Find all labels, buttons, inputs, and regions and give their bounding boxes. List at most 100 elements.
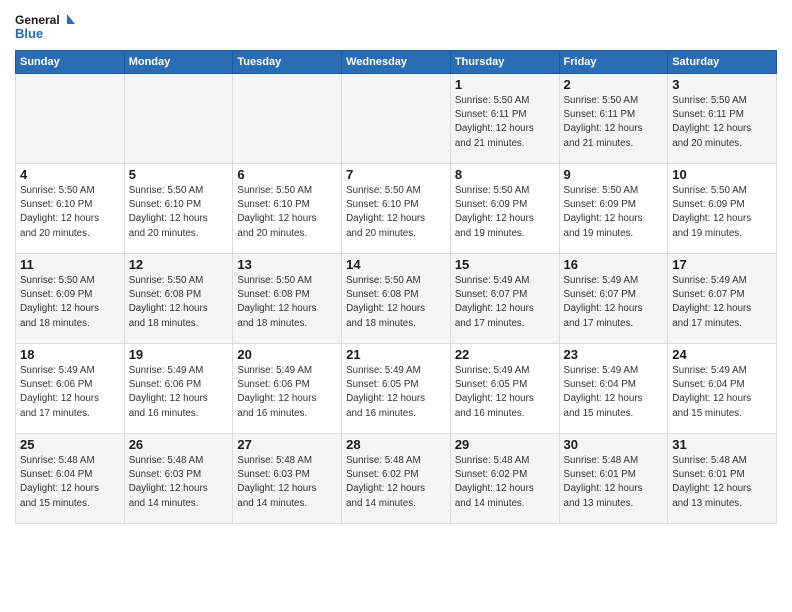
calendar-cell: 11Sunrise: 5:50 AM Sunset: 6:09 PM Dayli… bbox=[16, 254, 125, 344]
calendar-cell: 12 Sunrise: 5:50 AM Sunset: 6:08 PM Dayli… bbox=[124, 254, 233, 344]
calendar-cell bbox=[342, 74, 451, 164]
day-info: Sunrise: 5:50 AM Sunset: 6:11 PM Dayligh… bbox=[672, 94, 772, 151]
day-info: Sunrise: 5:49 AM Sunset: 6:04 PM Dayligh… bbox=[672, 364, 772, 421]
day-info: Sunrise: 5:50 AM Sunset: 6:10 PM Dayligh… bbox=[346, 184, 446, 241]
day-info: Sunrise: 5:48 AM Sunset: 6:02 PM Dayligh… bbox=[455, 454, 555, 511]
calendar-cell: 20 Sunrise: 5:49 AM Sunset: 6:06 PM Dayli… bbox=[233, 344, 342, 434]
day-number: 24 bbox=[672, 347, 772, 362]
day-info: Sunrise: 5:50 AM Sunset: 6:10 PM Dayligh… bbox=[20, 184, 120, 241]
calendar-cell: 2 Sunrise: 5:50 AM Sunset: 6:11 PM Daylig… bbox=[559, 74, 668, 164]
day-info: Sunrise: 5:48 AM Sunset: 6:03 PM Dayligh… bbox=[237, 454, 337, 511]
day-info: Sunrise: 5:50 AM Sunset: 6:10 PM Dayligh… bbox=[129, 184, 229, 241]
calendar-cell: 28Sunrise: 5:48 AM Sunset: 6:02 PM Dayli… bbox=[342, 434, 451, 524]
day-info: Sunrise: 5:48 AM Sunset: 6:04 PM Dayligh… bbox=[20, 454, 120, 511]
day-info: Sunrise: 5:49 AM Sunset: 6:06 PM Dayligh… bbox=[20, 364, 120, 421]
day-number: 26 bbox=[129, 437, 229, 452]
calendar-cell: 18 Sunrise: 5:49 AM Sunset: 6:06 PM Dayli… bbox=[16, 344, 125, 434]
day-number: 30 bbox=[564, 437, 664, 452]
calendar-cell: 30 Sunrise: 5:48 AM Sunset: 6:01 PM Dayli… bbox=[559, 434, 668, 524]
day-number: 18 bbox=[20, 347, 120, 362]
calendar-cell bbox=[16, 74, 125, 164]
weekday-header: Friday bbox=[559, 51, 668, 74]
calendar-cell: 4Sunrise: 5:50 AM Sunset: 6:10 PM Daylig… bbox=[16, 164, 125, 254]
day-number: 7 bbox=[346, 167, 446, 182]
day-number: 2 bbox=[564, 77, 664, 92]
day-number: 16 bbox=[564, 257, 664, 272]
logo-svg: General Blue bbox=[15, 10, 75, 46]
header-row: SundayMondayTuesdayWednesdayThursdayFrid… bbox=[16, 51, 777, 74]
calendar-cell: 23Sunrise: 5:49 AM Sunset: 6:04 PM Dayli… bbox=[559, 344, 668, 434]
day-number: 19 bbox=[129, 347, 229, 362]
calendar-cell: 6 Sunrise: 5:50 AM Sunset: 6:10 PM Daylig… bbox=[233, 164, 342, 254]
calendar-week-row: 25Sunrise: 5:48 AM Sunset: 6:04 PM Dayli… bbox=[16, 434, 777, 524]
calendar-week-row: 11Sunrise: 5:50 AM Sunset: 6:09 PM Dayli… bbox=[16, 254, 777, 344]
logo: General Blue bbox=[15, 10, 75, 46]
day-number: 1 bbox=[455, 77, 555, 92]
day-number: 6 bbox=[237, 167, 337, 182]
calendar-body: 1 Sunrise: 5:50 AM Sunset: 6:11 PM Daylig… bbox=[16, 74, 777, 524]
day-number: 27 bbox=[237, 437, 337, 452]
day-info: Sunrise: 5:49 AM Sunset: 6:07 PM Dayligh… bbox=[455, 274, 555, 331]
calendar-week-row: 1 Sunrise: 5:50 AM Sunset: 6:11 PM Daylig… bbox=[16, 74, 777, 164]
svg-text:Blue: Blue bbox=[15, 26, 43, 41]
weekday-header: Sunday bbox=[16, 51, 125, 74]
calendar-cell: 1Sunrise: 5:50 AM Sunset: 6:11 PM Daylig… bbox=[450, 74, 559, 164]
day-info: Sunrise: 5:50 AM Sunset: 6:08 PM Dayligh… bbox=[346, 274, 446, 331]
day-number: 14 bbox=[346, 257, 446, 272]
day-info: Sunrise: 5:49 AM Sunset: 6:06 PM Dayligh… bbox=[237, 364, 337, 421]
day-info: Sunrise: 5:50 AM Sunset: 6:11 PM Dayligh… bbox=[564, 94, 664, 151]
calendar-cell: 3 Sunrise: 5:50 AM Sunset: 6:11 PM Daylig… bbox=[668, 74, 777, 164]
day-number: 10 bbox=[672, 167, 772, 182]
day-info: Sunrise: 5:48 AM Sunset: 6:01 PM Dayligh… bbox=[564, 454, 664, 511]
weekday-header: Thursday bbox=[450, 51, 559, 74]
day-number: 17 bbox=[672, 257, 772, 272]
day-info: Sunrise: 5:48 AM Sunset: 6:03 PM Dayligh… bbox=[129, 454, 229, 511]
day-number: 29 bbox=[455, 437, 555, 452]
calendar-cell: 8 Sunrise: 5:50 AM Sunset: 6:09 PM Daylig… bbox=[450, 164, 559, 254]
day-number: 22 bbox=[455, 347, 555, 362]
day-number: 23 bbox=[564, 347, 664, 362]
day-info: Sunrise: 5:50 AM Sunset: 6:09 PM Dayligh… bbox=[20, 274, 120, 331]
day-info: Sunrise: 5:49 AM Sunset: 6:07 PM Dayligh… bbox=[564, 274, 664, 331]
calendar-cell: 14 Sunrise: 5:50 AM Sunset: 6:08 PM Dayli… bbox=[342, 254, 451, 344]
day-info: Sunrise: 5:50 AM Sunset: 6:09 PM Dayligh… bbox=[564, 184, 664, 241]
calendar-cell: 9 Sunrise: 5:50 AM Sunset: 6:09 PM Daylig… bbox=[559, 164, 668, 254]
calendar-cell: 29 Sunrise: 5:48 AM Sunset: 6:02 PM Dayli… bbox=[450, 434, 559, 524]
calendar-cell: 17 Sunrise: 5:49 AM Sunset: 6:07 PM Dayli… bbox=[668, 254, 777, 344]
calendar-cell bbox=[233, 74, 342, 164]
calendar-cell: 15 Sunrise: 5:49 AM Sunset: 6:07 PM Dayli… bbox=[450, 254, 559, 344]
day-number: 13 bbox=[237, 257, 337, 272]
day-info: Sunrise: 5:48 AM Sunset: 6:02 PM Dayligh… bbox=[346, 454, 446, 511]
day-number: 8 bbox=[455, 167, 555, 182]
day-number: 21 bbox=[346, 347, 446, 362]
calendar-table: SundayMondayTuesdayWednesdayThursdayFrid… bbox=[15, 50, 777, 524]
day-info: Sunrise: 5:49 AM Sunset: 6:07 PM Dayligh… bbox=[672, 274, 772, 331]
day-info: Sunrise: 5:50 AM Sunset: 6:09 PM Dayligh… bbox=[672, 184, 772, 241]
day-info: Sunrise: 5:50 AM Sunset: 6:10 PM Dayligh… bbox=[237, 184, 337, 241]
day-number: 9 bbox=[564, 167, 664, 182]
day-number: 12 bbox=[129, 257, 229, 272]
day-info: Sunrise: 5:49 AM Sunset: 6:06 PM Dayligh… bbox=[129, 364, 229, 421]
day-info: Sunrise: 5:48 AM Sunset: 6:01 PM Dayligh… bbox=[672, 454, 772, 511]
calendar-cell: 25Sunrise: 5:48 AM Sunset: 6:04 PM Dayli… bbox=[16, 434, 125, 524]
calendar-cell: 19 Sunrise: 5:49 AM Sunset: 6:06 PM Dayli… bbox=[124, 344, 233, 434]
day-number: 3 bbox=[672, 77, 772, 92]
calendar-cell bbox=[124, 74, 233, 164]
calendar-cell: 5 Sunrise: 5:50 AM Sunset: 6:10 PM Daylig… bbox=[124, 164, 233, 254]
day-number: 5 bbox=[129, 167, 229, 182]
day-info: Sunrise: 5:49 AM Sunset: 6:05 PM Dayligh… bbox=[455, 364, 555, 421]
calendar-cell: 16 Sunrise: 5:49 AM Sunset: 6:07 PM Dayli… bbox=[559, 254, 668, 344]
svg-text:General: General bbox=[15, 13, 60, 27]
weekday-header: Wednesday bbox=[342, 51, 451, 74]
day-info: Sunrise: 5:49 AM Sunset: 6:05 PM Dayligh… bbox=[346, 364, 446, 421]
page-header: General Blue bbox=[15, 10, 777, 46]
day-info: Sunrise: 5:50 AM Sunset: 6:08 PM Dayligh… bbox=[129, 274, 229, 331]
day-number: 15 bbox=[455, 257, 555, 272]
calendar-cell: 10 Sunrise: 5:50 AM Sunset: 6:09 PM Dayli… bbox=[668, 164, 777, 254]
calendar-cell: 21 Sunrise: 5:49 AM Sunset: 6:05 PM Dayli… bbox=[342, 344, 451, 434]
day-info: Sunrise: 5:50 AM Sunset: 6:09 PM Dayligh… bbox=[455, 184, 555, 241]
day-info: Sunrise: 5:50 AM Sunset: 6:08 PM Dayligh… bbox=[237, 274, 337, 331]
calendar-week-row: 18 Sunrise: 5:49 AM Sunset: 6:06 PM Dayli… bbox=[16, 344, 777, 434]
calendar-cell: 22 Sunrise: 5:49 AM Sunset: 6:05 PM Dayli… bbox=[450, 344, 559, 434]
day-number: 20 bbox=[237, 347, 337, 362]
